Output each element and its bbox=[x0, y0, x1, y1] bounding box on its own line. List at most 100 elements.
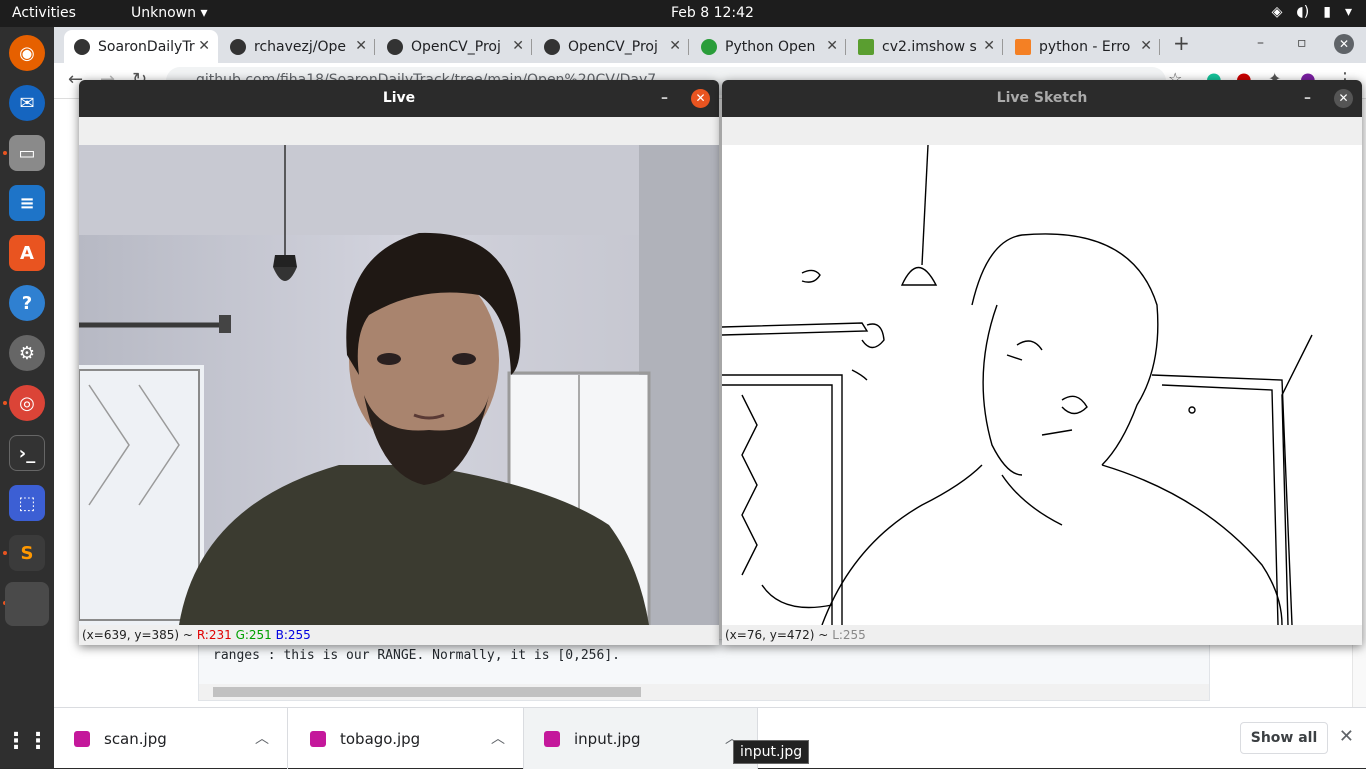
tab-3[interactable]: OpenCV_Proj ✕ bbox=[377, 30, 532, 63]
thunderbird-icon[interactable]: ✉ bbox=[9, 85, 45, 121]
tab-2[interactable]: rchavezj/Ope ✕ bbox=[220, 30, 375, 63]
status-blue: B:255 bbox=[275, 628, 311, 642]
caret-down-icon: ▾ bbox=[200, 5, 208, 21]
show-applications-icon[interactable]: ⋮⋮ bbox=[5, 723, 49, 759]
sketch-frame[interactable] bbox=[722, 145, 1362, 625]
download-item[interactable]: scan.jpg ︿ bbox=[54, 708, 288, 769]
system-tray[interactable]: ◈ ◖) ▮ ▾ bbox=[1272, 4, 1352, 20]
minimize-icon[interactable]: – bbox=[1304, 80, 1311, 117]
running-indicator bbox=[3, 151, 7, 155]
webcam-frame[interactable] bbox=[79, 145, 719, 625]
code-line: ranges : this is our RANGE. Normally, it… bbox=[213, 648, 620, 663]
clock[interactable]: Feb 8 12:42 bbox=[671, 5, 754, 21]
help-icon[interactable]: ? bbox=[9, 285, 45, 321]
tab-title: cv2.imshow s bbox=[882, 38, 977, 55]
window-titlebar[interactable]: Live – ✕ bbox=[79, 80, 719, 117]
status-green: G:251 bbox=[235, 628, 272, 642]
webcam-image bbox=[79, 145, 719, 625]
window-toolbar bbox=[722, 117, 1362, 145]
status-coords: (x=76, y=472) ~ bbox=[725, 628, 829, 642]
settings-icon[interactable]: ⚙ bbox=[9, 335, 45, 371]
chevron-up-icon[interactable]: ︿ bbox=[491, 728, 505, 748]
image-file-icon bbox=[310, 730, 326, 747]
status-luminance: L:255 bbox=[832, 628, 866, 642]
live-sketch-window: Live Sketch – ✕ (x=76, y=472) ~ L:255 bbox=[722, 80, 1362, 645]
close-icon[interactable]: ✕ bbox=[826, 38, 838, 54]
tab-6[interactable]: cv2.imshow s ✕ bbox=[848, 30, 1003, 63]
stackoverflow-icon bbox=[1015, 38, 1031, 55]
live-window: Live – ✕ (x=639, y=385) ~ R:231 G:251 B:… bbox=[79, 80, 719, 645]
close-icon[interactable]: ✕ bbox=[1334, 89, 1353, 108]
minimize-icon[interactable]: – bbox=[1257, 35, 1264, 51]
wifi-icon: ◈ bbox=[1271, 4, 1283, 20]
close-icon[interactable]: ✕ bbox=[512, 38, 524, 54]
close-icon[interactable]: ✕ bbox=[669, 38, 681, 54]
terminal-icon[interactable]: ›_ bbox=[9, 435, 45, 471]
tab-4[interactable]: OpenCV_Proj ✕ bbox=[534, 30, 689, 63]
tab-title: Python Open bbox=[725, 38, 816, 55]
dock: ◉ ✉ ▭ ≡ A ? ⚙ ◎ ›_ ⬚ S ⋮⋮ bbox=[0, 27, 54, 768]
github-icon bbox=[387, 38, 403, 55]
close-icon[interactable]: ✕ bbox=[1140, 38, 1152, 54]
firefox-icon[interactable]: ◉ bbox=[9, 35, 45, 71]
close-window-icon[interactable]: ✕ bbox=[1334, 34, 1354, 54]
tab-separator bbox=[374, 39, 375, 55]
show-all-button[interactable]: Show all bbox=[1240, 722, 1328, 754]
github-icon bbox=[230, 38, 246, 55]
chevron-down-icon: ▾ bbox=[1344, 4, 1352, 20]
sublime-icon[interactable]: S bbox=[9, 535, 45, 571]
tab-separator bbox=[688, 39, 689, 55]
code-block: ranges : this is our RANGE. Normally, it… bbox=[198, 639, 1210, 701]
software-icon[interactable]: A bbox=[9, 235, 45, 271]
battery-icon: ▮ bbox=[1323, 4, 1331, 20]
status-red: R:231 bbox=[196, 628, 232, 642]
window-title: Live bbox=[382, 90, 416, 106]
status-bar: (x=76, y=472) ~ L:255 bbox=[722, 625, 1362, 645]
window-toolbar bbox=[79, 117, 719, 145]
download-item[interactable]: tobago.jpg ︿ bbox=[290, 708, 524, 769]
download-name: tobago.jpg bbox=[340, 729, 421, 748]
download-item[interactable]: input.jpg ︿ bbox=[524, 708, 758, 769]
close-icon[interactable]: ✕ bbox=[1339, 726, 1354, 747]
files-icon[interactable]: ▭ bbox=[9, 135, 45, 171]
tab-separator bbox=[1002, 39, 1003, 55]
window-titlebar[interactable]: Live Sketch – ✕ bbox=[722, 80, 1362, 117]
activities-button[interactable]: Activities bbox=[12, 5, 76, 21]
tab-title: SoaronDailyTr bbox=[98, 38, 195, 55]
tab-strip: SoaronDailyTr ✕ rchavezj/Ope ✕ OpenCV_Proj… bbox=[54, 27, 1366, 63]
download-name: input.jpg bbox=[574, 729, 641, 748]
opencv-window-icon[interactable] bbox=[5, 582, 49, 626]
tab-1[interactable]: SoaronDailyTr ✕ bbox=[64, 30, 218, 63]
close-icon[interactable]: ✕ bbox=[691, 89, 710, 108]
github-icon bbox=[74, 38, 90, 55]
chevron-up-icon[interactable]: ︿ bbox=[255, 728, 269, 748]
restore-icon[interactable]: ▫ bbox=[1297, 35, 1307, 51]
gnome-top-bar: Activities Unknown ▾ Feb 8 12:42 ◈ ◖) ▮ … bbox=[0, 0, 1366, 27]
github-icon bbox=[544, 38, 560, 55]
minimize-icon[interactable]: – bbox=[661, 80, 668, 117]
sketch-image bbox=[722, 145, 1313, 625]
download-name: scan.jpg bbox=[104, 729, 167, 748]
screenshot-icon[interactable]: ⬚ bbox=[9, 485, 45, 521]
close-icon[interactable]: ✕ bbox=[983, 38, 995, 54]
tab-separator bbox=[845, 39, 846, 55]
horizontal-scrollbar[interactable] bbox=[199, 684, 1209, 700]
app-menu[interactable]: Unknown ▾ bbox=[131, 5, 207, 21]
close-icon[interactable]: ✕ bbox=[355, 38, 367, 54]
infinity-icon bbox=[701, 38, 717, 55]
tab-title: OpenCV_Proj bbox=[411, 38, 501, 55]
running-indicator bbox=[3, 401, 7, 405]
app-menu-label: Unknown bbox=[131, 5, 196, 21]
close-icon[interactable]: ✕ bbox=[198, 38, 210, 54]
writer-icon[interactable]: ≡ bbox=[9, 185, 45, 221]
download-shelf: scan.jpg ︿ tobago.jpg ︿ input.jpg ︿ Show al… bbox=[54, 707, 1366, 769]
tooltip: input.jpg bbox=[733, 740, 810, 764]
new-tab-icon[interactable]: + bbox=[1173, 31, 1190, 55]
image-file-icon bbox=[74, 730, 90, 747]
tab-title: python - Erro bbox=[1039, 38, 1131, 55]
scrollbar-thumb[interactable] bbox=[213, 687, 641, 697]
tab-7[interactable]: python - Erro ✕ bbox=[1005, 30, 1160, 63]
tab-5[interactable]: Python Open ✕ bbox=[691, 30, 846, 63]
chrome-icon[interactable]: ◎ bbox=[9, 385, 45, 421]
running-indicator bbox=[3, 551, 7, 555]
